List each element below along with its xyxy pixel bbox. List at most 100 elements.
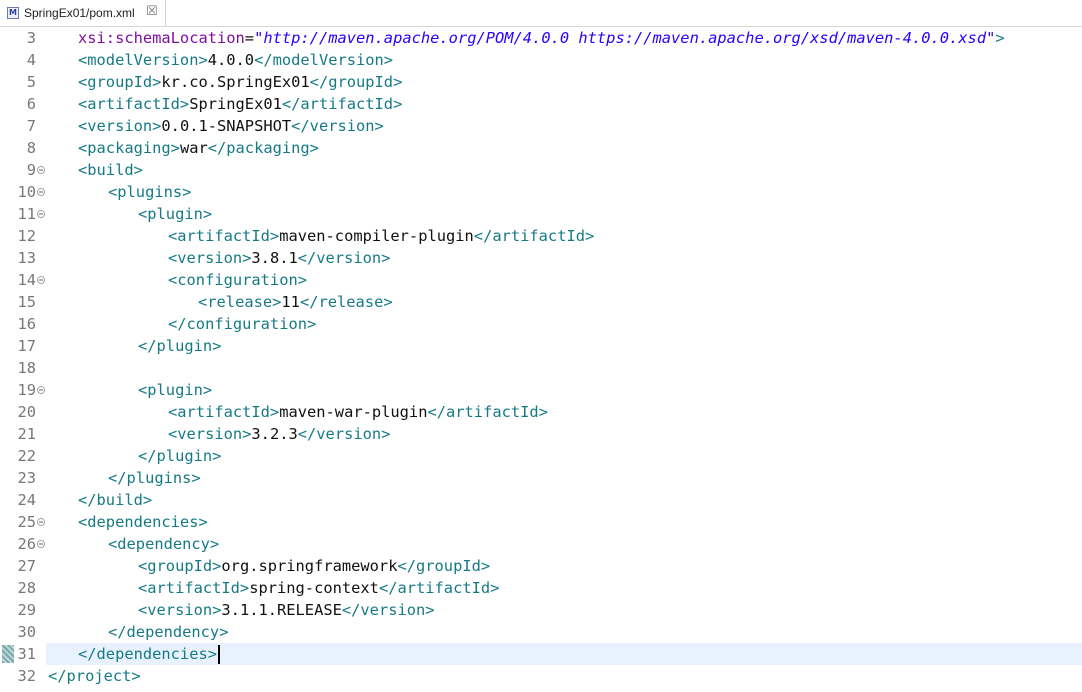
change-marker-icon xyxy=(2,645,14,663)
code-text: <version>3.2.3</version> xyxy=(168,423,390,445)
code-line[interactable]: 16 </configuration> xyxy=(0,313,1082,335)
code-line[interactable]: 18 xyxy=(0,357,1082,379)
line-number: 25 xyxy=(17,513,36,531)
line-number: 20 xyxy=(17,403,36,421)
code-line[interactable]: 22 </plugin> xyxy=(0,445,1082,467)
code-line[interactable]: 21 <version>3.2.3</version> xyxy=(0,423,1082,445)
code-line[interactable]: 13 <version>3.8.1</version> xyxy=(0,247,1082,269)
code-line[interactable]: 19 <plugin> xyxy=(0,379,1082,401)
fold-collapse-icon[interactable] xyxy=(37,210,45,218)
code-line[interactable]: 20 <artifactId>maven-war-plugin</artifact… xyxy=(0,401,1082,423)
xml-tag: > xyxy=(995,29,1005,47)
xml-tag: <modelVersion> xyxy=(78,51,208,69)
code-line[interactable]: 10 <plugins> xyxy=(0,181,1082,203)
fold-collapse-icon[interactable] xyxy=(37,276,45,284)
line-gutter: 15 xyxy=(0,291,46,313)
code-text: </plugins> xyxy=(108,467,201,489)
code-line[interactable]: 11 <plugin> xyxy=(0,203,1082,225)
code-text: <dependency> xyxy=(108,533,219,555)
code-line[interactable]: 24 </build> xyxy=(0,489,1082,511)
code-text: <build> xyxy=(78,159,143,181)
xml-tag: </configuration> xyxy=(168,315,317,333)
xml-attribute: xsi:schemaLocation xyxy=(78,29,245,47)
code-line[interactable]: 29 <version>3.1.1.RELEASE</version> xyxy=(0,599,1082,621)
line-number: 12 xyxy=(17,227,36,245)
code-text: <artifactId>spring-context</artifactId> xyxy=(138,577,499,599)
code-line[interactable]: 4 <modelVersion>4.0.0</modelVersion> xyxy=(0,49,1082,71)
close-icon[interactable]: ☒ xyxy=(146,5,158,19)
code-line[interactable]: 17 </plugin> xyxy=(0,335,1082,357)
xml-tag: <artifactId> xyxy=(168,403,280,421)
line-number: 31 xyxy=(17,645,36,663)
xml-tag: <dependencies> xyxy=(78,513,208,531)
line-number: 5 xyxy=(26,73,36,91)
code-line[interactable]: 27 <groupId>org.springframework</groupId> xyxy=(0,555,1082,577)
code-text: </dependencies> xyxy=(78,643,217,665)
editor-tab-pom-xml[interactable]: M SpringEx01/pom.xml ☒ xyxy=(0,0,166,26)
line-gutter: 24 xyxy=(0,489,46,511)
code-line[interactable]: 31 </dependencies> xyxy=(0,643,1082,665)
line-number: 27 xyxy=(17,557,36,575)
code-line[interactable]: 14 <configuration> xyxy=(0,269,1082,291)
line-number: 10 xyxy=(17,183,36,201)
xml-tag: </dependency> xyxy=(108,623,229,641)
xml-tag: </project> xyxy=(48,667,141,685)
xml-tag: <plugins> xyxy=(108,183,192,201)
line-number: 3 xyxy=(26,29,36,47)
code-line[interactable]: 8 <packaging>war</packaging> xyxy=(0,137,1082,159)
code-line[interactable]: 3 xsi:schemaLocation="http://maven.apache… xyxy=(0,27,1082,49)
code-text: <plugin> xyxy=(138,379,212,401)
xml-tag: <dependency> xyxy=(108,535,220,553)
code-editor[interactable]: 3 xsi:schemaLocation="http://maven.apache… xyxy=(0,27,1082,692)
fold-collapse-icon[interactable] xyxy=(37,188,45,196)
code-text: </plugin> xyxy=(138,335,221,357)
code-text: <version>3.8.1</version> xyxy=(168,247,390,269)
xml-tag: </groupId> xyxy=(309,73,403,91)
code-line[interactable]: 6 <artifactId>SpringEx01</artifactId> xyxy=(0,93,1082,115)
line-number: 11 xyxy=(17,205,36,223)
code-line[interactable]: 26 <dependency> xyxy=(0,533,1082,555)
fold-collapse-icon[interactable] xyxy=(37,540,45,548)
xml-tag: <version> xyxy=(138,601,222,619)
fold-collapse-icon[interactable] xyxy=(37,166,45,174)
fold-collapse-icon[interactable] xyxy=(37,518,45,526)
line-number: 7 xyxy=(26,117,36,135)
line-number: 15 xyxy=(17,293,36,311)
code-text: <artifactId>SpringEx01</artifactId> xyxy=(78,93,402,115)
xml-text: 3.2.3 xyxy=(251,425,298,443)
fold-collapse-icon[interactable] xyxy=(37,386,45,394)
code-text: <plugins> xyxy=(108,181,191,203)
xml-tag: </dependencies> xyxy=(78,645,217,663)
code-line[interactable]: 25 <dependencies> xyxy=(0,511,1082,533)
line-gutter: 28 xyxy=(0,577,46,599)
line-gutter: 3 xyxy=(0,27,46,49)
xml-tag: </modelVersion> xyxy=(254,51,394,69)
line-gutter: 7 xyxy=(0,115,46,137)
xml-tag: </release> xyxy=(299,293,393,311)
line-gutter: 6 xyxy=(0,93,46,115)
code-line[interactable]: 32 </project> xyxy=(0,665,1082,687)
line-gutter: 10 xyxy=(0,181,46,203)
code-text: </configuration> xyxy=(168,313,316,335)
code-line[interactable]: 12 <artifactId>maven-compiler-plugin</art… xyxy=(0,225,1082,247)
xml-text: kr.co.SpringEx01 xyxy=(161,73,310,91)
code-line[interactable]: 7 <version>0.0.1-SNAPSHOT</version> xyxy=(0,115,1082,137)
code-text: <version>0.0.1-SNAPSHOT</version> xyxy=(78,115,384,137)
code-line[interactable]: 30 </dependency> xyxy=(0,621,1082,643)
code-line[interactable]: 15 <release>11</release> xyxy=(0,291,1082,313)
line-gutter: 26 xyxy=(0,533,46,555)
xml-tag: <version> xyxy=(168,249,252,267)
code-text: <plugin> xyxy=(138,203,212,225)
code-line[interactable]: 23 </plugins> xyxy=(0,467,1082,489)
code-line[interactable]: 9 <build> xyxy=(0,159,1082,181)
xml-tag: <version> xyxy=(168,425,252,443)
xml-attribute-value: "http://maven.apache.org/POM/4.0.0 https… xyxy=(254,29,996,47)
line-number: 16 xyxy=(17,315,36,333)
line-gutter: 16 xyxy=(0,313,46,335)
xml-tag: <plugin> xyxy=(138,205,213,223)
line-gutter: 12 xyxy=(0,225,46,247)
code-text: <artifactId>maven-compiler-plugin</artif… xyxy=(168,225,594,247)
code-line[interactable]: 5 <groupId>kr.co.SpringEx01</groupId> xyxy=(0,71,1082,93)
code-line[interactable]: 28 <artifactId>spring-context</artifactId… xyxy=(0,577,1082,599)
line-number: 24 xyxy=(17,491,36,509)
